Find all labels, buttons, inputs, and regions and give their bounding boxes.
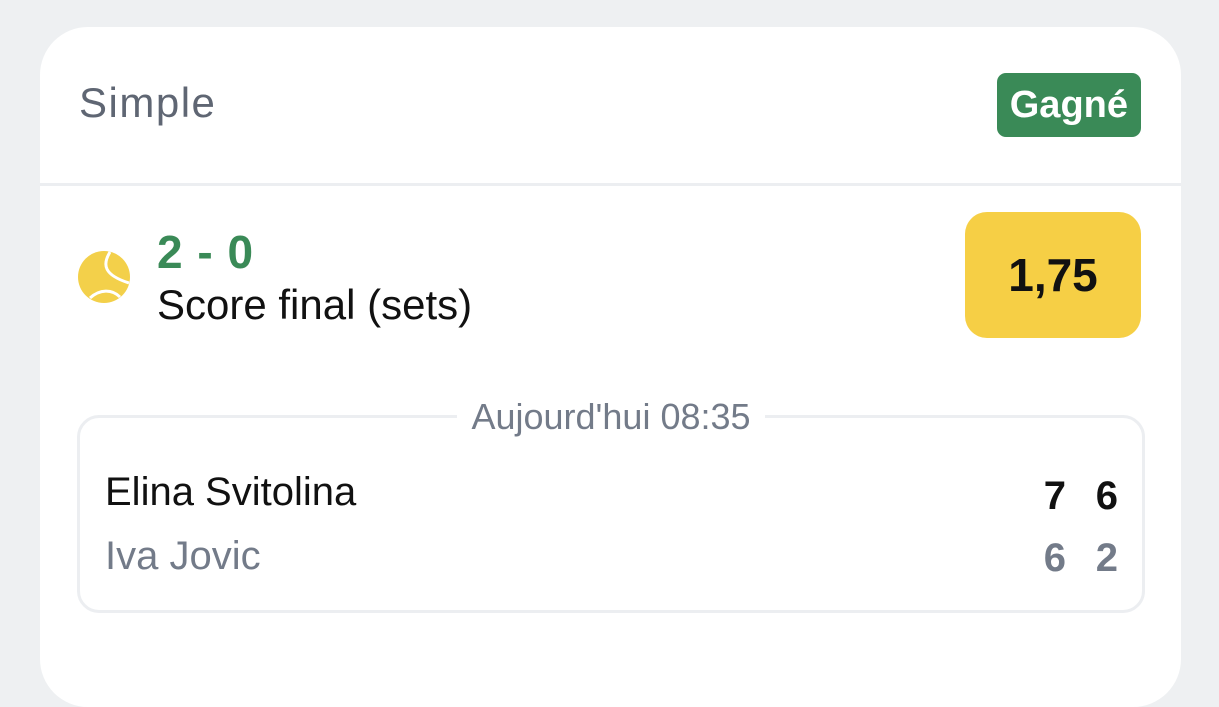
set-score: 6 <box>1043 536 1066 580</box>
bet-type-label: Simple <box>79 79 217 126</box>
bet-card: Simple Gagné 2 - 0 Score final (sets) 1,… <box>40 27 1181 707</box>
player-name: Iva Jovic <box>105 534 261 578</box>
set-score: 7 <box>1043 474 1066 518</box>
match-date: Aujourd'hui 08:35 <box>80 396 1142 438</box>
bet-card-header: Simple Gagné <box>40 27 1181 186</box>
match-date-label: Aujourd'hui 08:35 <box>457 396 765 437</box>
tennis-ball-icon <box>78 251 130 303</box>
odds-button[interactable]: 1,75 <box>965 212 1141 338</box>
set-score: 6 <box>1095 474 1118 518</box>
selection-score: 2 - 0 <box>157 226 255 278</box>
player-set-scores: 62 <box>1014 536 1118 581</box>
player-set-scores: 76 <box>1014 474 1118 519</box>
set-score: 2 <box>1095 536 1118 580</box>
match-details[interactable]: Aujourd'hui 08:35 Elina Svitolina 76 Iva… <box>77 396 1145 613</box>
status-badge: Gagné <box>996 73 1141 137</box>
player-name: Elina Svitolina <box>105 470 357 514</box>
market-name: Score final (sets) <box>157 281 473 328</box>
